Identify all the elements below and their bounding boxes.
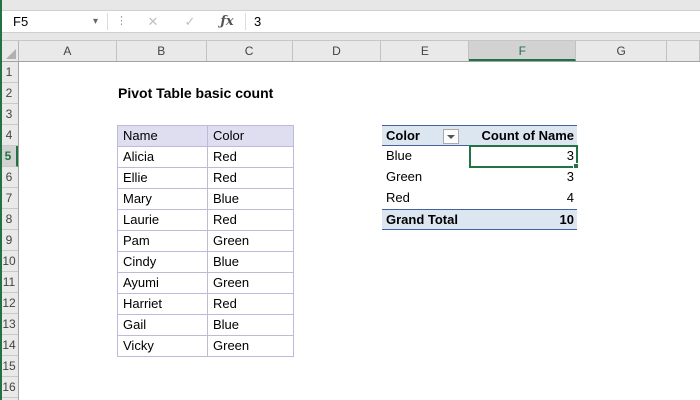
name-box-value: F5 <box>13 14 29 29</box>
column-header-D[interactable]: D <box>293 41 382 61</box>
enter-icon[interactable]: ✓ <box>177 11 203 32</box>
row-header-10[interactable]: 10 <box>0 251 18 272</box>
data-table-cell[interactable]: Cindy <box>118 252 208 273</box>
data-table-header-row: Name Color <box>118 126 294 147</box>
column-header-A[interactable]: A <box>19 41 117 61</box>
row-header-14[interactable]: 14 <box>0 335 18 356</box>
data-table-row: Mary Blue <box>118 189 294 210</box>
column-header-C[interactable]: C <box>207 41 293 61</box>
pivot-grand-total-label[interactable]: Grand Total <box>382 210 470 229</box>
row-header-12[interactable]: 12 <box>0 293 18 314</box>
data-table-row: Gail Blue <box>118 315 294 336</box>
data-table-row: Ellie Red <box>118 168 294 189</box>
pivot-grand-total-value[interactable]: 10 <box>470 210 577 229</box>
row-header-7[interactable]: 7 <box>0 188 18 209</box>
data-table-cell[interactable]: Blue <box>208 315 294 336</box>
data-table-cell[interactable]: Gail <box>118 315 208 336</box>
pivot-row-label[interactable]: Red <box>382 188 470 209</box>
column-header-band: ABCDEFG <box>0 40 700 62</box>
data-table-cell[interactable]: Ayumi <box>118 273 208 294</box>
fill-handle[interactable] <box>573 163 579 169</box>
pivot-values-header[interactable]: Count of Name <box>470 126 577 145</box>
formula-bar-splitter-icon[interactable]: ⋮ <box>116 11 127 32</box>
formula-input[interactable]: 3 <box>254 11 698 32</box>
data-table-cell[interactable]: Green <box>208 231 294 252</box>
source-data-table: Name Color Alicia Red Ellie Red Mary Blue Laurie… <box>117 125 294 357</box>
data-table-header-color[interactable]: Color <box>208 126 294 147</box>
data-table-row: Laurie Red <box>118 210 294 231</box>
data-table-cell[interactable]: Alicia <box>118 147 208 168</box>
select-all-button[interactable] <box>0 41 19 61</box>
pivot-row: Green 3 <box>382 167 577 188</box>
data-table-cell[interactable]: Blue <box>208 189 294 210</box>
row-header-1[interactable]: 1 <box>0 62 18 83</box>
pivot-header-row: Color Count of Name <box>382 125 577 146</box>
pivot-table: Color Count of Name Blue 3 Green 3 Red 4 Grand T… <box>382 125 577 230</box>
data-table-cell[interactable]: Vicky <box>118 336 208 357</box>
row-header-9[interactable]: 9 <box>0 230 18 251</box>
data-table-cell[interactable]: Ellie <box>118 168 208 189</box>
pivot-row-value[interactable]: 3 <box>470 167 577 188</box>
column-header-partial[interactable] <box>667 41 700 61</box>
data-table-cell[interactable]: Pam <box>118 231 208 252</box>
column-header-E[interactable]: E <box>381 41 470 61</box>
data-table-cell[interactable]: Red <box>208 147 294 168</box>
data-table-cell[interactable]: Harriet <box>118 294 208 315</box>
data-table-cell[interactable]: Red <box>208 294 294 315</box>
column-header-G[interactable]: G <box>576 41 668 61</box>
name-box[interactable]: F5 ▾ <box>3 11 103 32</box>
row-header-4[interactable]: 4 <box>0 125 18 146</box>
data-table-cell[interactable]: Red <box>208 210 294 231</box>
row-header-6[interactable]: 6 <box>0 167 18 188</box>
pivot-row-value[interactable]: 4 <box>470 188 577 209</box>
formula-bar: F5 ▾ ⋮ ✕ ✓ ƒx 3 <box>0 10 700 33</box>
data-table-cell[interactable]: Blue <box>208 252 294 273</box>
divider <box>245 13 246 30</box>
window-edge <box>0 0 2 400</box>
column-header-F[interactable]: F <box>469 41 577 61</box>
column-header-B[interactable]: B <box>117 41 207 61</box>
data-table-row: Ayumi Green <box>118 273 294 294</box>
row-header-11[interactable]: 11 <box>0 272 18 293</box>
cancel-icon[interactable]: ✕ <box>140 11 166 32</box>
row-header-15[interactable]: 15 <box>0 356 18 377</box>
row-header-5[interactable]: 5 <box>0 146 18 167</box>
row-header-band: 1 2 3 4 5 6 7 8 9 10 11 12 13 14 15 16 <box>0 62 19 400</box>
data-table-row: Vicky Green <box>118 336 294 357</box>
sheet-canvas[interactable]: Pivot Table basic count Name Color Alicia R… <box>19 62 700 400</box>
insert-function-icon[interactable]: ƒx <box>214 11 240 32</box>
data-table-row: Alicia Red <box>118 147 294 168</box>
data-table-cell[interactable]: Green <box>208 336 294 357</box>
row-header-8[interactable]: 8 <box>0 209 18 230</box>
filter-dropdown-icon <box>447 134 455 139</box>
pivot-grand-total-row: Grand Total 10 <box>382 209 577 230</box>
data-table-header-name[interactable]: Name <box>118 126 208 147</box>
sheet-title-cell[interactable]: Pivot Table basic count <box>118 83 273 104</box>
pivot-row: Red 4 <box>382 188 577 209</box>
data-table-row: Harriet Red <box>118 294 294 315</box>
data-table-cell[interactable]: Green <box>208 273 294 294</box>
data-table-row: Cindy Blue <box>118 252 294 273</box>
data-table-cell[interactable]: Laurie <box>118 210 208 231</box>
pivot-row-label[interactable]: Blue <box>382 146 470 167</box>
name-box-dropdown-icon[interactable]: ▾ <box>93 11 98 32</box>
data-table-cell[interactable]: Red <box>208 168 294 189</box>
active-cell-selection[interactable] <box>469 145 579 169</box>
data-table-cell[interactable]: Mary <box>118 189 208 210</box>
pivot-row-label[interactable]: Green <box>382 167 470 188</box>
data-table-row: Pam Green <box>118 231 294 252</box>
row-header-3[interactable]: 3 <box>0 104 18 125</box>
row-header-2[interactable]: 2 <box>0 83 18 104</box>
pivot-row-field-header[interactable]: Color <box>382 126 470 145</box>
row-header-13[interactable]: 13 <box>0 314 18 335</box>
select-all-triangle-icon <box>5 49 16 59</box>
filter-dropdown-button[interactable] <box>443 129 459 144</box>
divider <box>107 13 108 30</box>
formula-bar-chrome: F5 ▾ ⋮ ✕ ✓ ƒx 3 <box>0 0 700 40</box>
row-header-16[interactable]: 16 <box>0 377 18 398</box>
